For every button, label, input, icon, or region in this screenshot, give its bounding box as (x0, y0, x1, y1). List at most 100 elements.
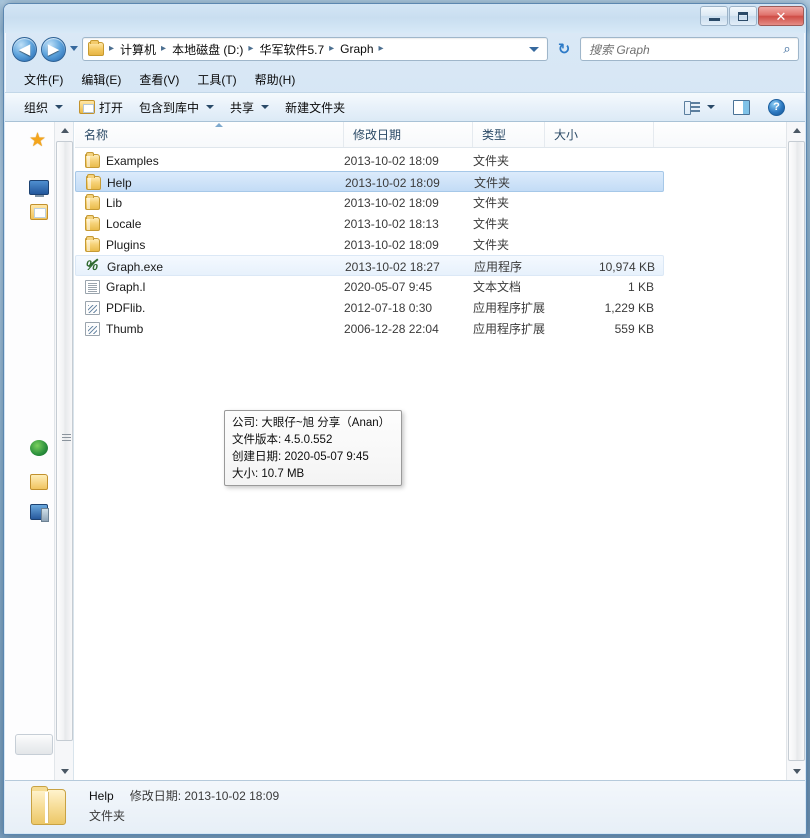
folder-icon (85, 214, 100, 231)
dll-icon (85, 300, 100, 315)
file-type-cell: 文件夹 (473, 217, 510, 231)
breadcrumb-separator-0[interactable]: ▸ (106, 44, 118, 54)
organize-label: 组织 (24, 100, 49, 115)
recent-pages-chevron-down-icon[interactable] (70, 46, 78, 51)
tooltip-file-version: 文件版本: 4.5.0.552 (232, 434, 333, 446)
organize-button[interactable]: 组织 (16, 95, 71, 120)
folder-icon (85, 193, 100, 210)
downloads-folder-icon[interactable] (30, 204, 48, 220)
menu-item-tools[interactable]: 工具(T) (188, 68, 245, 91)
file-list-scrollbar[interactable] (786, 122, 805, 780)
command-toolbar: 组织 打开 包含到库中 共享 新建文件夹 ? (5, 92, 805, 122)
navigation-pane[interactable]: ★ (5, 122, 74, 780)
preview-pane-icon (733, 99, 750, 115)
table-row[interactable]: Thumb 2006-12-28 22:04 应用程序扩展 559 KB (75, 318, 664, 339)
address-history-chevron-down-icon[interactable] (529, 46, 539, 52)
menu-item-help[interactable]: 帮助(H) (246, 68, 305, 91)
table-row[interactable]: Graph.exe 2013-10-02 18:27 应用程序 10,974 K… (75, 255, 664, 276)
chevron-down-icon (55, 105, 64, 109)
computer-icon[interactable] (30, 504, 49, 522)
folder-icon (86, 173, 101, 190)
search-box[interactable]: 搜索 Graph ⌕ (580, 37, 799, 61)
breadcrumb-item-computer[interactable]: 计算机 (118, 41, 158, 58)
table-row[interactable]: Locale 2013-10-02 18:13 文件夹 (75, 213, 664, 234)
file-date-cell: 2013-10-02 18:09 (344, 153, 439, 168)
search-icon: ⌕ (783, 41, 791, 56)
folder-icon (88, 40, 104, 56)
chevron-down-icon (707, 105, 715, 109)
new-folder-button[interactable]: 新建文件夹 (277, 95, 353, 120)
breadcrumb-separator-2[interactable]: ▸ (245, 44, 257, 54)
share-button[interactable]: 共享 (222, 95, 277, 120)
file-size-cell: 1 KB (627, 279, 654, 294)
menu-item-view[interactable]: 查看(V) (130, 68, 188, 91)
open-button[interactable]: 打开 (71, 95, 131, 120)
breadcrumb-separator-3[interactable]: ▸ (326, 44, 338, 54)
table-row[interactable]: Examples 2013-10-02 18:09 文件夹 (75, 150, 664, 171)
menu-item-edit[interactable]: 编辑(E) (72, 68, 130, 91)
menu-item-file[interactable]: 文件(F) (15, 68, 72, 91)
scroll-up-button[interactable] (787, 122, 806, 139)
file-list[interactable]: 名称 修改日期 类型 大小 Examples 2013-10-02 18:09 … (75, 122, 805, 780)
file-date-cell: 2020-05-07 9:45 (344, 279, 433, 294)
file-name-label: Help (107, 175, 132, 190)
file-name-label: Graph.exe (107, 259, 164, 274)
tooltip-created-date: 创建日期: 2020-05-07 9:45 (232, 451, 369, 463)
column-header-type[interactable]: 类型 (473, 122, 545, 147)
column-header-date-modified[interactable]: 修改日期 (344, 122, 473, 147)
network-icon[interactable] (30, 440, 48, 456)
minimize-icon (708, 17, 720, 21)
file-date-cell: 2012-07-18 0:30 (344, 300, 433, 315)
breadcrumb-item-graph[interactable]: Graph (338, 42, 375, 56)
column-header-name[interactable]: 名称 (75, 122, 344, 147)
application-icon (86, 260, 101, 274)
library-folder-icon[interactable] (30, 474, 48, 490)
back-button[interactable]: ◀ (12, 37, 37, 62)
preview-pane-button[interactable] (725, 96, 758, 119)
navpane-scroll-down-button[interactable] (55, 763, 73, 780)
column-header-size[interactable]: 大小 (545, 122, 654, 147)
file-name-cell: Locale (85, 213, 141, 234)
chevron-down-icon (206, 105, 215, 109)
maximize-button[interactable] (729, 6, 757, 26)
table-row[interactable]: Plugins 2013-10-02 18:09 文件夹 (75, 234, 664, 255)
folder-icon (31, 786, 66, 825)
navigation-pane-scrollbar[interactable] (54, 122, 73, 780)
content-area: ★ 名称 修改日期 类型 大小 Examples 2013-10-02 18:0… (5, 122, 805, 780)
help-button[interactable]: ? (760, 95, 793, 120)
file-name-cell: Thumb (85, 318, 143, 339)
breadcrumb-item-huajun[interactable]: 华军软件5.7 (257, 41, 326, 58)
scroll-down-button[interactable] (787, 763, 806, 780)
file-date-cell: 2013-10-02 18:13 (344, 216, 439, 231)
file-date-cell: 2006-12-28 22:04 (344, 321, 439, 336)
table-row[interactable]: Lib 2013-10-02 18:09 文件夹 (75, 192, 664, 213)
breadcrumb-separator-1[interactable]: ▸ (158, 44, 170, 54)
close-button[interactable]: ✕ (758, 6, 804, 26)
details-item-type: 文件夹 (89, 809, 126, 823)
file-size-cell: 10,974 KB (598, 259, 655, 274)
file-name-cell: PDFlib. (85, 297, 145, 318)
file-date-cell: 2013-10-02 18:09 (344, 237, 439, 252)
change-view-button[interactable] (676, 96, 723, 118)
table-row[interactable]: Help 2013-10-02 18:09 文件夹 (75, 171, 664, 192)
navpane-collapse-button[interactable] (15, 734, 53, 755)
navpane-scroll-up-button[interactable] (55, 122, 73, 139)
include-in-library-button[interactable]: 包含到库中 (131, 95, 222, 120)
help-icon: ? (768, 98, 785, 116)
desktop-icon[interactable] (29, 180, 49, 197)
minimize-button[interactable] (700, 6, 728, 26)
window-controls: ✕ (700, 6, 804, 26)
breadcrumb-item-local-disk[interactable]: 本地磁盘 (D:) (170, 41, 245, 58)
table-row[interactable]: Graph.l 2020-05-07 9:45 文本文档 1 KB (75, 276, 664, 297)
table-row[interactable]: PDFlib. 2012-07-18 0:30 应用程序扩展 1,229 KB (75, 297, 664, 318)
search-input[interactable]: 搜索 Graph (581, 41, 776, 58)
address-bar[interactable]: ▸ 计算机 ▸ 本地磁盘 (D:) ▸ 华军软件5.7 ▸ Graph ▸ (82, 37, 548, 61)
file-list-scrollbar-thumb[interactable] (788, 141, 805, 761)
navpane-scrollbar-thumb[interactable] (56, 141, 73, 741)
favorites-star-icon[interactable]: ★ (29, 131, 49, 150)
title-bar[interactable]: ✕ (4, 4, 806, 33)
breadcrumb-separator-4[interactable]: ▸ (376, 44, 388, 54)
refresh-button[interactable]: ↻ (552, 37, 576, 61)
file-type-cell: 应用程序扩展 (473, 301, 546, 315)
forward-button[interactable]: ▶ (41, 37, 66, 62)
